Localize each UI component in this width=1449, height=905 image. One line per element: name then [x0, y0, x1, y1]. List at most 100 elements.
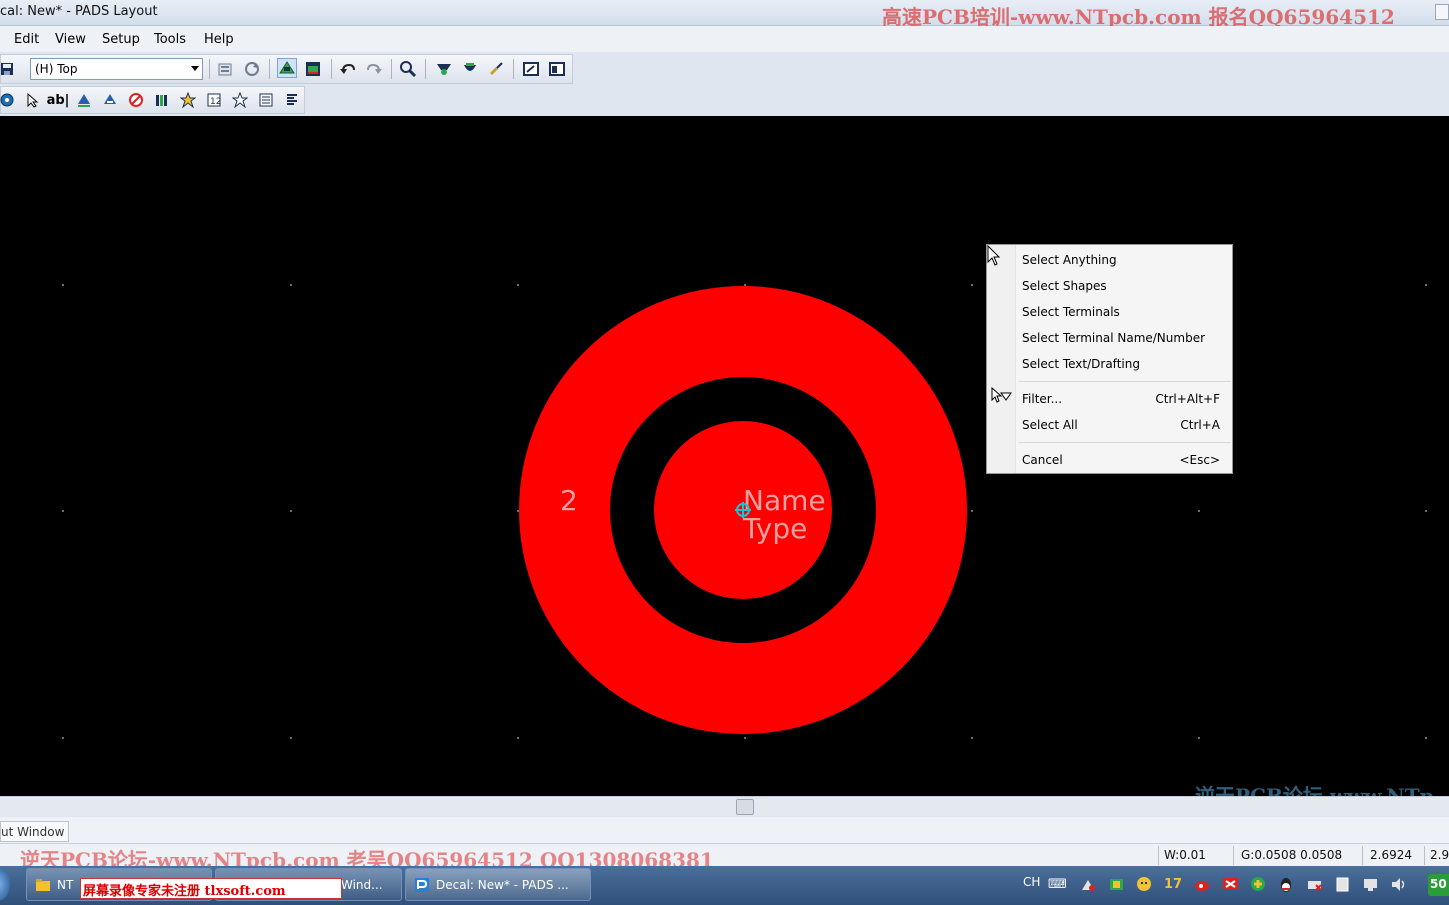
text-tool-icon[interactable]: ab|: [47, 90, 70, 110]
status-grid: G:0.0508 0.0508: [1241, 848, 1343, 862]
menu-divider: [1019, 442, 1231, 443]
list-icon[interactable]: [282, 90, 302, 110]
window-title: cal: New* - PADS Layout: [0, 4, 158, 19]
grid-dot: [62, 737, 64, 739]
security-icon[interactable]: [1108, 876, 1125, 893]
menu-item-select-all[interactable]: Select All Ctrl+A: [1017, 414, 1232, 436]
wizard-icon[interactable]: [521, 59, 541, 79]
wizard-star-icon[interactable]: [178, 90, 198, 110]
menu-bar: Edit View Setup Tools Help: [0, 26, 1449, 52]
clock-badge[interactable]: 50: [1428, 874, 1449, 896]
chevron-down-icon[interactable]: [191, 66, 199, 71]
grid-dot: [1425, 737, 1427, 739]
keepout-icon[interactable]: [126, 90, 146, 110]
display-icon[interactable]: [1362, 876, 1379, 893]
decal-editor-icon[interactable]: [303, 59, 323, 79]
library-icon[interactable]: [152, 90, 172, 110]
menu-item-select-shapes[interactable]: Select Shapes: [1017, 275, 1232, 297]
menu-item-select-terminal-name[interactable]: Select Terminal Name/Number: [1017, 327, 1232, 349]
brush-icon[interactable]: [486, 59, 506, 79]
status-divider: [1362, 846, 1363, 865]
update-icon[interactable]: [1250, 876, 1267, 893]
pads-app-icon: [414, 877, 430, 893]
terminal-icon[interactable]: [0, 90, 17, 110]
menu-item-shortcut: Ctrl+A: [1180, 418, 1220, 432]
display-colors-icon[interactable]: [460, 59, 480, 79]
menu-item-select-anything[interactable]: Select Anything: [1017, 249, 1232, 271]
status-divider: [1424, 846, 1425, 865]
tab-output-window[interactable]: ut Window: [0, 821, 69, 842]
standard-toolbar: (H) Top: [0, 54, 573, 84]
undo-icon[interactable]: [338, 59, 358, 79]
svg-text:12: 12: [210, 97, 221, 107]
renumber-icon[interactable]: [230, 90, 250, 110]
menu-item-select-terminals[interactable]: Select Terminals: [1017, 301, 1232, 323]
select-pointer-icon[interactable]: [23, 90, 43, 110]
layer-select[interactable]: (H) Top: [30, 58, 203, 80]
select-context-menu: Select Anything Select Shapes Select Ter…: [986, 244, 1233, 474]
drafting-toolbar-icon[interactable]: [277, 58, 297, 78]
window-icon[interactable]: [547, 59, 567, 79]
view-nets-icon[interactable]: [434, 59, 454, 79]
save-icon[interactable]: [0, 59, 17, 79]
status-width: W:0.01: [1164, 848, 1206, 862]
taskbar-item-label: NT: [57, 878, 74, 892]
recorder-watermark: 屏幕录像专家未注册 tlxsoft.com: [80, 878, 342, 899]
grid-dot: [290, 284, 292, 286]
menu-item-label: Select Text/Drafting: [1022, 357, 1140, 371]
menu-view[interactable]: View: [55, 32, 86, 47]
menu-tools[interactable]: Tools: [154, 32, 186, 47]
monitor-icon[interactable]: [1222, 876, 1239, 893]
folder-icon: [35, 877, 51, 893]
terminal-number-label: 2: [560, 484, 578, 517]
tray-badge-number[interactable]: 17: [1164, 876, 1182, 893]
zoom-icon[interactable]: [398, 59, 418, 79]
grid-dot: [1198, 510, 1200, 512]
grid-dot: [517, 737, 519, 739]
drafting-toolbar: ab| 12: [0, 86, 305, 114]
copper-cutout-icon[interactable]: [100, 90, 120, 110]
pane-splitter[interactable]: [0, 796, 1449, 816]
copper-icon[interactable]: [74, 90, 94, 110]
assign-icon[interactable]: 12: [204, 90, 224, 110]
menu-item-filter[interactable]: Filter... Ctrl+Alt+F: [1017, 388, 1232, 410]
start-button[interactable]: [0, 867, 10, 901]
splitter-grip[interactable]: [736, 799, 754, 815]
menu-setup[interactable]: Setup: [102, 32, 140, 47]
properties-icon[interactable]: [216, 59, 236, 79]
grid-dot: [1198, 737, 1200, 739]
volume-icon[interactable]: [1390, 876, 1407, 893]
chat-icon[interactable]: [1136, 876, 1153, 893]
menu-item-shortcut: Ctrl+Alt+F: [1155, 392, 1220, 406]
redo-icon[interactable]: [364, 59, 384, 79]
toolbar-divider: [513, 59, 514, 79]
taskbar-item-pads[interactable]: Decal: New* - PADS ...: [405, 868, 591, 901]
menu-edit[interactable]: Edit: [14, 32, 39, 47]
minimize-button[interactable]: [1435, 4, 1449, 20]
menu-item-label: Cancel: [1022, 453, 1063, 467]
grid-dot: [290, 510, 292, 512]
menu-item-cancel[interactable]: Cancel <Esc>: [1017, 449, 1232, 471]
grid-dot: [744, 737, 746, 739]
attributes-icon[interactable]: [256, 90, 276, 110]
design-canvas[interactable]: 2 Name Type Select Anything Select Shape…: [0, 116, 1449, 796]
language-indicator[interactable]: CH: [1023, 875, 1040, 889]
toolbar-divider: [391, 59, 392, 79]
qq-icon[interactable]: [1278, 876, 1295, 893]
keyboard-icon[interactable]: ⌨: [1048, 876, 1067, 893]
menu-help[interactable]: Help: [204, 32, 234, 47]
taskbar: NT Wind... Decal: New* - PADS ... 屏幕录像专家…: [0, 866, 1449, 905]
weibo-icon[interactable]: [1194, 876, 1211, 893]
grid-dot: [1425, 284, 1427, 286]
network-error-icon[interactable]: [1306, 876, 1323, 893]
toolbar-divider: [331, 59, 332, 79]
refresh-icon[interactable]: [242, 59, 262, 79]
taskbar-item-label: Decal: New* - PADS ...: [436, 878, 569, 892]
menu-item-label: Select Anything: [1022, 253, 1117, 267]
clipboard-icon[interactable]: [1334, 876, 1351, 893]
menu-item-select-text-drafting[interactable]: Select Text/Drafting: [1017, 353, 1232, 375]
network-icon[interactable]: [1080, 876, 1097, 893]
grid-dot: [517, 284, 519, 286]
toolbar-divider: [425, 59, 426, 79]
menu-item-shortcut: <Esc>: [1179, 453, 1220, 467]
